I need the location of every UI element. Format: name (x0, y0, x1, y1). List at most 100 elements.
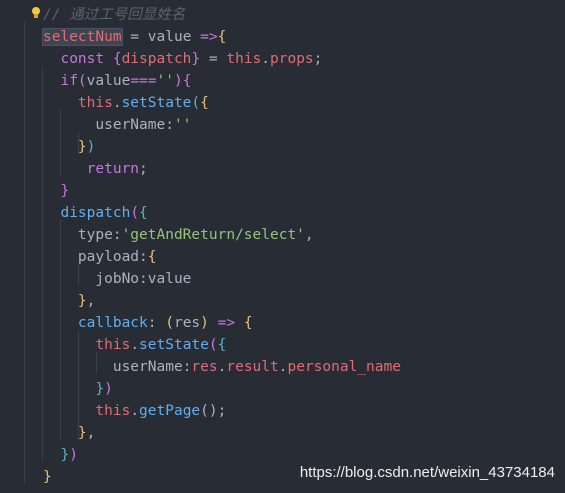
code-line[interactable]: }) (43, 444, 78, 466)
code-line[interactable]: } (43, 180, 69, 202)
code-token: ) (86, 139, 96, 155)
code-token: ( (165, 315, 174, 331)
code-token: this (226, 51, 262, 67)
code-editor[interactable]: // 通过工号回显姓名 selectNum = value =>{ const {… (0, 0, 565, 493)
code-line[interactable]: callback: (res) => { (43, 312, 253, 334)
code-line[interactable]: const {dispatch} = this.props; (43, 48, 322, 70)
code-token: { (139, 205, 148, 221)
code-token: personal_name (287, 359, 401, 375)
code-line[interactable]: return; (43, 158, 148, 180)
code-line[interactable]: payload:{ (43, 246, 157, 268)
code-token: if (43, 73, 78, 89)
code-token: res (191, 359, 218, 375)
code-token: : (139, 271, 148, 287)
lightbulb-icon[interactable] (31, 6, 41, 20)
code-line[interactable]: this.setState({ (43, 334, 226, 356)
code-token: } (43, 293, 87, 309)
code-token: return (43, 161, 140, 177)
code-token: ( (191, 95, 201, 111)
code-token: userName (43, 117, 166, 133)
code-token: (); (200, 403, 227, 419)
code-token: { (243, 315, 253, 331)
code-token: ) (104, 381, 113, 397)
code-token: { (182, 73, 192, 89)
code-line[interactable]: this.getPage(); (43, 400, 226, 422)
code-token: ) (173, 73, 183, 89)
code-token: { (217, 29, 227, 45)
code-line[interactable]: jobNo:value (43, 268, 191, 290)
code-token: } (43, 139, 87, 155)
code-token: ( (77, 73, 87, 89)
code-token: this (43, 403, 131, 419)
code-token: ) (69, 447, 78, 463)
code-token: . (130, 337, 140, 353)
code-token: this (43, 337, 131, 353)
code-token: dispatch (43, 205, 131, 221)
code-token: : (147, 315, 166, 331)
code-token: this (43, 95, 113, 111)
watermark-url: https://blog.csdn.net/weixin_43734184 (299, 464, 555, 481)
code-line[interactable]: }) (43, 136, 95, 158)
code-token: } (43, 183, 70, 199)
code-line[interactable]: userName:res.result.personal_name (43, 356, 401, 378)
code-token: // 通过工号回显姓名 (43, 7, 186, 23)
code-token: . (112, 95, 122, 111)
code-token: props (270, 51, 314, 67)
code-token: : (165, 117, 174, 133)
code-token: type (43, 227, 113, 243)
code-token: ; (313, 51, 323, 67)
code-token: } (43, 381, 105, 397)
code-token: ( (130, 205, 140, 221)
code-line[interactable]: selectNum = value =>{ (42, 26, 227, 48)
code-token: = (121, 29, 148, 45)
code-token: === (130, 73, 157, 89)
code-token: dispatch (121, 51, 192, 67)
code-token: { (217, 337, 227, 353)
code-token: ( (208, 337, 218, 353)
code-token: setState (139, 337, 209, 353)
code-line[interactable]: }) (43, 378, 113, 400)
code-token: } (191, 51, 201, 67)
code-token: , (86, 425, 96, 441)
code-line[interactable]: userName:'' (43, 114, 191, 136)
code-line[interactable]: if(value===''){ (43, 70, 191, 92)
code-line[interactable]: }, (43, 290, 95, 312)
code-line[interactable]: // 通过工号回显姓名 (43, 4, 185, 26)
code-token: jobNo (43, 271, 140, 287)
code-line[interactable]: this.setState({ (43, 92, 209, 114)
code-token: const (43, 51, 113, 67)
code-token: callback (43, 315, 148, 331)
code-token: , (86, 293, 96, 309)
code-token: ; (139, 161, 148, 177)
code-token: res (173, 315, 201, 331)
code-token: getPage (139, 403, 201, 419)
code-token: => (208, 315, 244, 331)
code-token: payload (43, 249, 140, 265)
code-token: => (191, 29, 218, 45)
code-token: selectNum (42, 28, 123, 46)
code-token: 'getAndReturn/select' (121, 227, 305, 243)
code-token: = (200, 51, 227, 67)
code-token: value (86, 73, 131, 89)
code-line[interactable]: }, (43, 422, 95, 444)
code-token: value (147, 29, 192, 45)
code-token: setState (121, 95, 192, 111)
code-token: , (304, 227, 314, 243)
code-token: result (226, 359, 279, 375)
code-token: { (147, 249, 157, 265)
code-token: } (43, 425, 87, 441)
code-token: } (43, 469, 52, 485)
code-token: { (200, 95, 209, 111)
code-line[interactable]: } (43, 466, 52, 488)
code-token: . (261, 51, 271, 67)
code-token: . (130, 403, 140, 419)
code-token: userName (43, 359, 183, 375)
code-line[interactable]: type:'getAndReturn/select', (43, 224, 314, 246)
code-token: } (43, 447, 70, 463)
code-token: : (139, 249, 148, 265)
code-token: '' (173, 117, 192, 133)
code-token: { (112, 51, 122, 67)
code-token: '' (156, 73, 174, 89)
code-line[interactable]: dispatch({ (43, 202, 148, 224)
code-token: value (147, 271, 192, 287)
